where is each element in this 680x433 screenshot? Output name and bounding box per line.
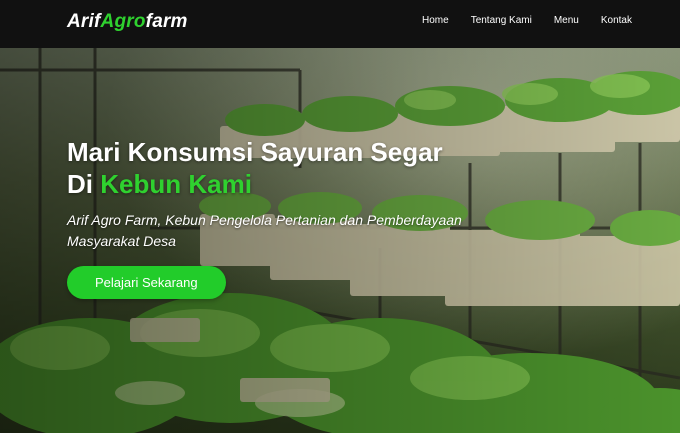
nav-link-home[interactable]: Home	[422, 15, 449, 26]
hero-title-line1: Mari Konsumsi Sayuran Segar	[67, 137, 443, 167]
brand-name-part1: Arif	[67, 11, 101, 32]
hero-title: Mari Konsumsi Sayuran Segar Di Kebun Kam…	[67, 136, 517, 200]
nav-menu: Home Tentang Kami Menu Kontak	[422, 15, 632, 26]
nav-link-kontak[interactable]: Kontak	[601, 15, 632, 26]
brand-name-part3: farm	[145, 11, 188, 32]
navbar: ArifAgrofarm Home Tentang Kami Menu Kont…	[0, 0, 680, 48]
hero-title-prefix: Di	[67, 169, 101, 199]
hero-title-highlight: Kebun Kami	[100, 169, 252, 199]
brand-name-part2: Agro	[100, 11, 146, 32]
nav-link-menu[interactable]: Menu	[554, 15, 579, 26]
hero-content: Mari Konsumsi Sayuran Segar Di Kebun Kam…	[67, 136, 517, 299]
nav-link-tentang-kami[interactable]: Tentang Kami	[471, 15, 532, 26]
brand-logo[interactable]: ArifAgrofarm	[67, 11, 188, 33]
hero-subtitle: Arif Agro Farm, Kebun Pengelola Pertania…	[67, 212, 462, 249]
hero-section: Mari Konsumsi Sayuran Segar Di Kebun Kam…	[0, 48, 680, 433]
learn-now-button[interactable]: Pelajari Sekarang	[67, 266, 226, 299]
